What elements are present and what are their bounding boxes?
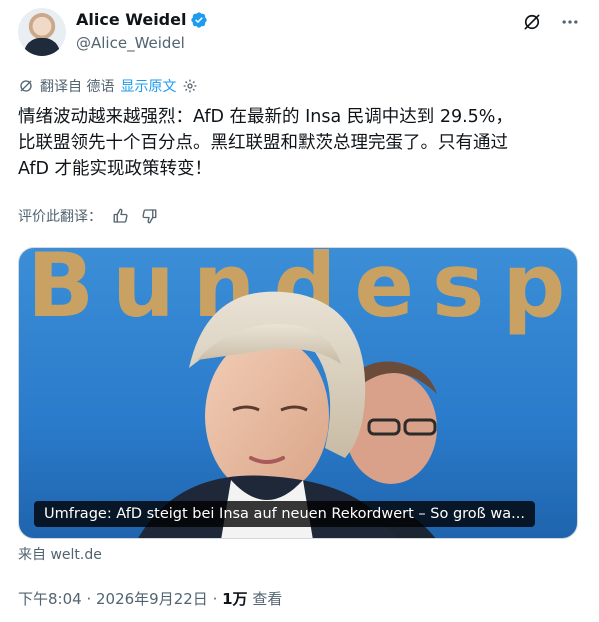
link-card-image[interactable]: Bundespr Umfrage: AfD steigt bei Insa au… [18,247,578,539]
grok-icon[interactable] [522,12,542,32]
tweet-text: 情绪波动越来越强烈：AfD 在最新的 Insa 民调中达到 29.5%， 比联盟… [18,104,584,182]
thumbs-up-icon[interactable] [112,207,130,225]
tweet-text-line: 比联盟领先十个百分点。黑红联盟和默茨总理完蛋了。只有通过 [18,133,508,153]
translation-row: 翻译自 德语 显示原文 [18,76,198,96]
translation-label: 翻译自 德语 [40,79,115,95]
header-actions [522,12,580,32]
tweet-date[interactable]: 2026年9月22日 [96,590,208,608]
rate-translation-row: 评价此翻译： [18,206,158,226]
views-label: 查看 [247,590,283,608]
meta-separator: · [81,590,96,608]
tweet-text-line: 情绪波动越来越强烈：AfD 在最新的 Insa 民调中达到 29.5%， [18,107,513,127]
link-card-caption[interactable]: Umfrage: AfD steigt bei Insa auf neuen R… [34,501,535,527]
rate-translation-label: 评价此翻译： [18,209,102,225]
meta-separator: · [207,590,223,608]
views-count: 1万 [222,590,248,608]
author-handle[interactable]: @Alice_Weidel [76,34,185,52]
author-name[interactable]: Alice Weidel [76,10,186,29]
more-icon[interactable] [560,12,580,32]
avatar[interactable] [18,8,66,56]
translate-icon [20,80,32,92]
tweet-meta: 下午8:04 · 2026年9月22日 · 1万 查看 [18,588,282,609]
tweet-header: Alice Weidel @Alice_Weidel [18,8,584,56]
author-name-row[interactable]: Alice Weidel [76,10,208,29]
tweet-text-line: AfD 才能实现政策转变！ [18,159,213,179]
thumbs-down-icon[interactable] [140,207,158,225]
avatar-figure [24,38,60,56]
tweet-time[interactable]: 下午8:04 [18,590,82,608]
news-photo: Bundespr [27,248,577,538]
settings-gear-icon[interactable] [182,78,198,94]
verified-badge-icon [191,11,208,28]
show-original-link[interactable]: 显示原文 [120,76,176,96]
link-source[interactable]: 来自 welt.de [18,544,102,564]
